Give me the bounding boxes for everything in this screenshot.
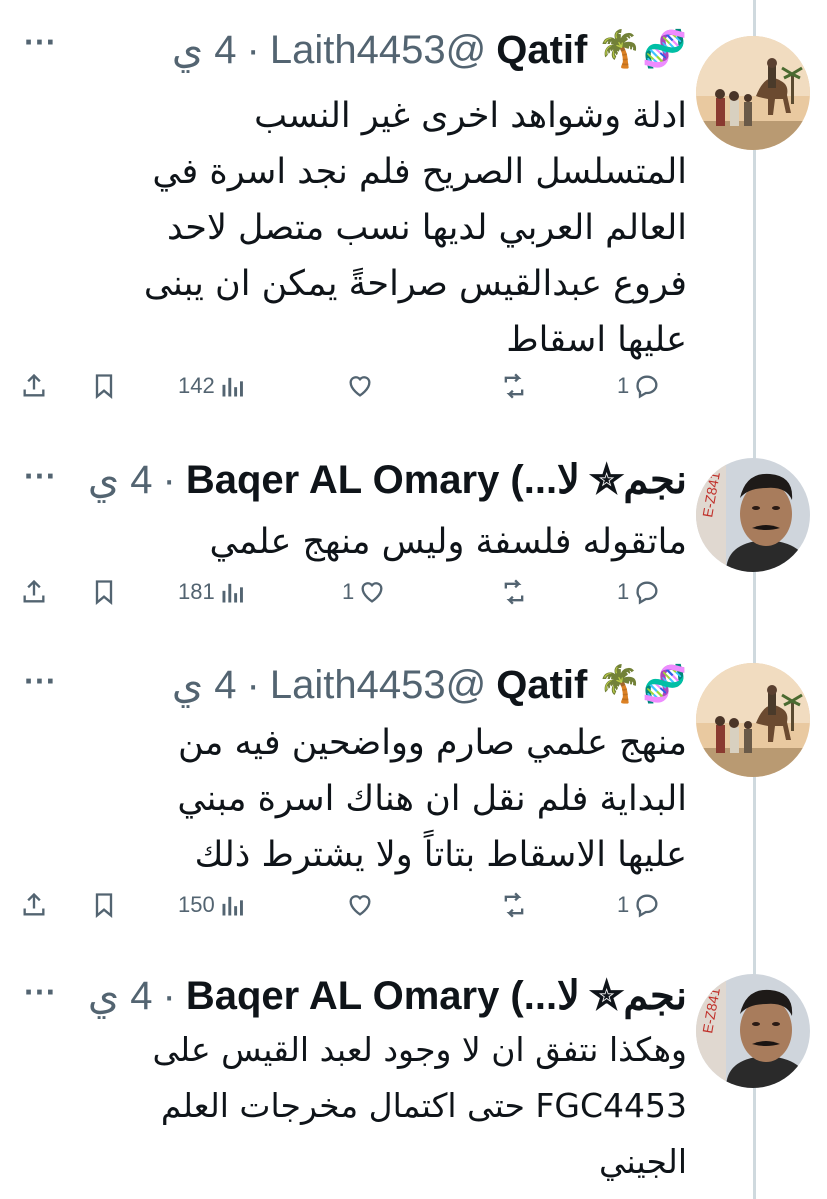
views-count: 142 [178,373,215,398]
bookmark-icon [95,580,113,605]
reply-bubble-icon [636,894,658,918]
timestamp[interactable]: 4 ي [88,457,153,503]
display-name[interactable]: Baqer AL Omary (...لا [186,457,580,503]
reply-button[interactable]: 1 [617,891,661,919]
replies-count: 1 [617,579,630,604]
timestamp[interactable]: 4 ي [172,662,237,708]
timestamp[interactable]: 4 ي [172,27,237,73]
retweet-button[interactable] [496,578,528,606]
reply-button[interactable]: 1 [617,578,661,606]
separator-dot: · [162,457,176,502]
views-count: 181 [178,579,215,604]
retweet-icon [504,892,524,918]
tweet-header: نجم✮ Baqer AL Omary (...لا · 4 ي [88,450,687,510]
dna-palm-emoji: 🧬🌴 [597,664,687,705]
reply-bubble-icon [636,581,658,605]
tweet-actions: 181 1 1 [0,578,690,618]
display-name-suffix[interactable]: نجم✮ [590,973,687,1019]
tweet-header: 🧬🌴 Qatif @Laith4453 · 4 ي [172,20,687,80]
retweet-button[interactable] [496,372,528,400]
bookmark-button[interactable] [90,578,118,606]
avatar[interactable] [696,36,810,150]
like-button[interactable]: 1 [342,578,386,606]
like-button[interactable] [342,891,374,919]
reply-bubble-icon [636,375,658,399]
share-icon [23,579,45,603]
dna-palm-emoji: 🧬🌴 [597,29,687,70]
display-name[interactable]: Qatif [496,28,587,73]
share-icon [23,892,45,916]
share-button[interactable] [20,578,48,606]
retweet-icon [504,373,524,399]
more-options-icon[interactable]: ··· [20,978,60,1018]
tweet-text: منهج علمي صارم وواضحين فيه من البداية فل… [177,723,687,875]
share-icon [23,373,45,397]
analytics-icon [222,377,243,397]
timestamp[interactable]: 4 ي [88,973,153,1019]
tweet-actions: 150 1 [0,891,690,931]
bookmark-icon [95,893,113,918]
more-options-icon[interactable]: ··· [20,667,60,707]
tweet-actions: 142 1 [0,372,690,412]
bookmark-button[interactable] [90,891,118,919]
share-button[interactable] [20,891,48,919]
user-handle[interactable]: @Laith4453 [270,28,486,73]
heart-icon [349,376,371,397]
tweet-header: نجم✮ Baqer AL Omary (...لا · 4 ي [88,966,687,1026]
tweet-text: ادلة وشواهد اخرى غير النسب المتسلسل الصر… [143,96,687,360]
retweet-button[interactable] [496,891,528,919]
more-options-icon[interactable]: ··· [20,462,60,502]
analytics-icon [222,896,243,916]
share-button[interactable] [20,372,48,400]
views-button[interactable]: 142 [178,372,247,400]
display-name-suffix[interactable]: نجم✮ [590,457,687,503]
avatar[interactable] [696,663,810,777]
separator-dot: · [162,973,176,1018]
views-button[interactable]: 181 [178,578,247,606]
tweet-text: وهكذا نتفق ان لا وجود لعبد القيس على FGC… [152,1030,687,1181]
views-count: 150 [178,892,215,917]
bookmark-icon [95,374,113,399]
separator-dot: · [246,27,260,72]
likes-count: 1 [342,579,355,604]
bookmark-button[interactable] [90,372,118,400]
display-name[interactable]: Baqer AL Omary (...لا [186,973,580,1019]
views-button[interactable]: 150 [178,891,247,919]
like-button[interactable] [342,372,374,400]
reply-button[interactable]: 1 [617,372,661,400]
heart-icon [349,895,371,916]
replies-count: 1 [617,373,630,398]
tweet-header: 🧬🌴 Qatif @Laith4453 · 4 ي [172,655,687,715]
tweet-text: ماتقوله فلسفة وليس منهج علمي [209,522,687,562]
display-name[interactable]: Qatif [496,663,587,708]
more-options-icon[interactable]: ··· [20,28,60,68]
avatar[interactable]: E-Z841 [696,458,810,572]
separator-dot: · [246,662,260,707]
replies-count: 1 [617,892,630,917]
heart-icon [361,582,383,603]
avatar[interactable]: E-Z841 [696,974,810,1088]
analytics-icon [222,583,243,603]
user-handle[interactable]: @Laith4453 [270,663,486,708]
retweet-icon [504,579,524,605]
